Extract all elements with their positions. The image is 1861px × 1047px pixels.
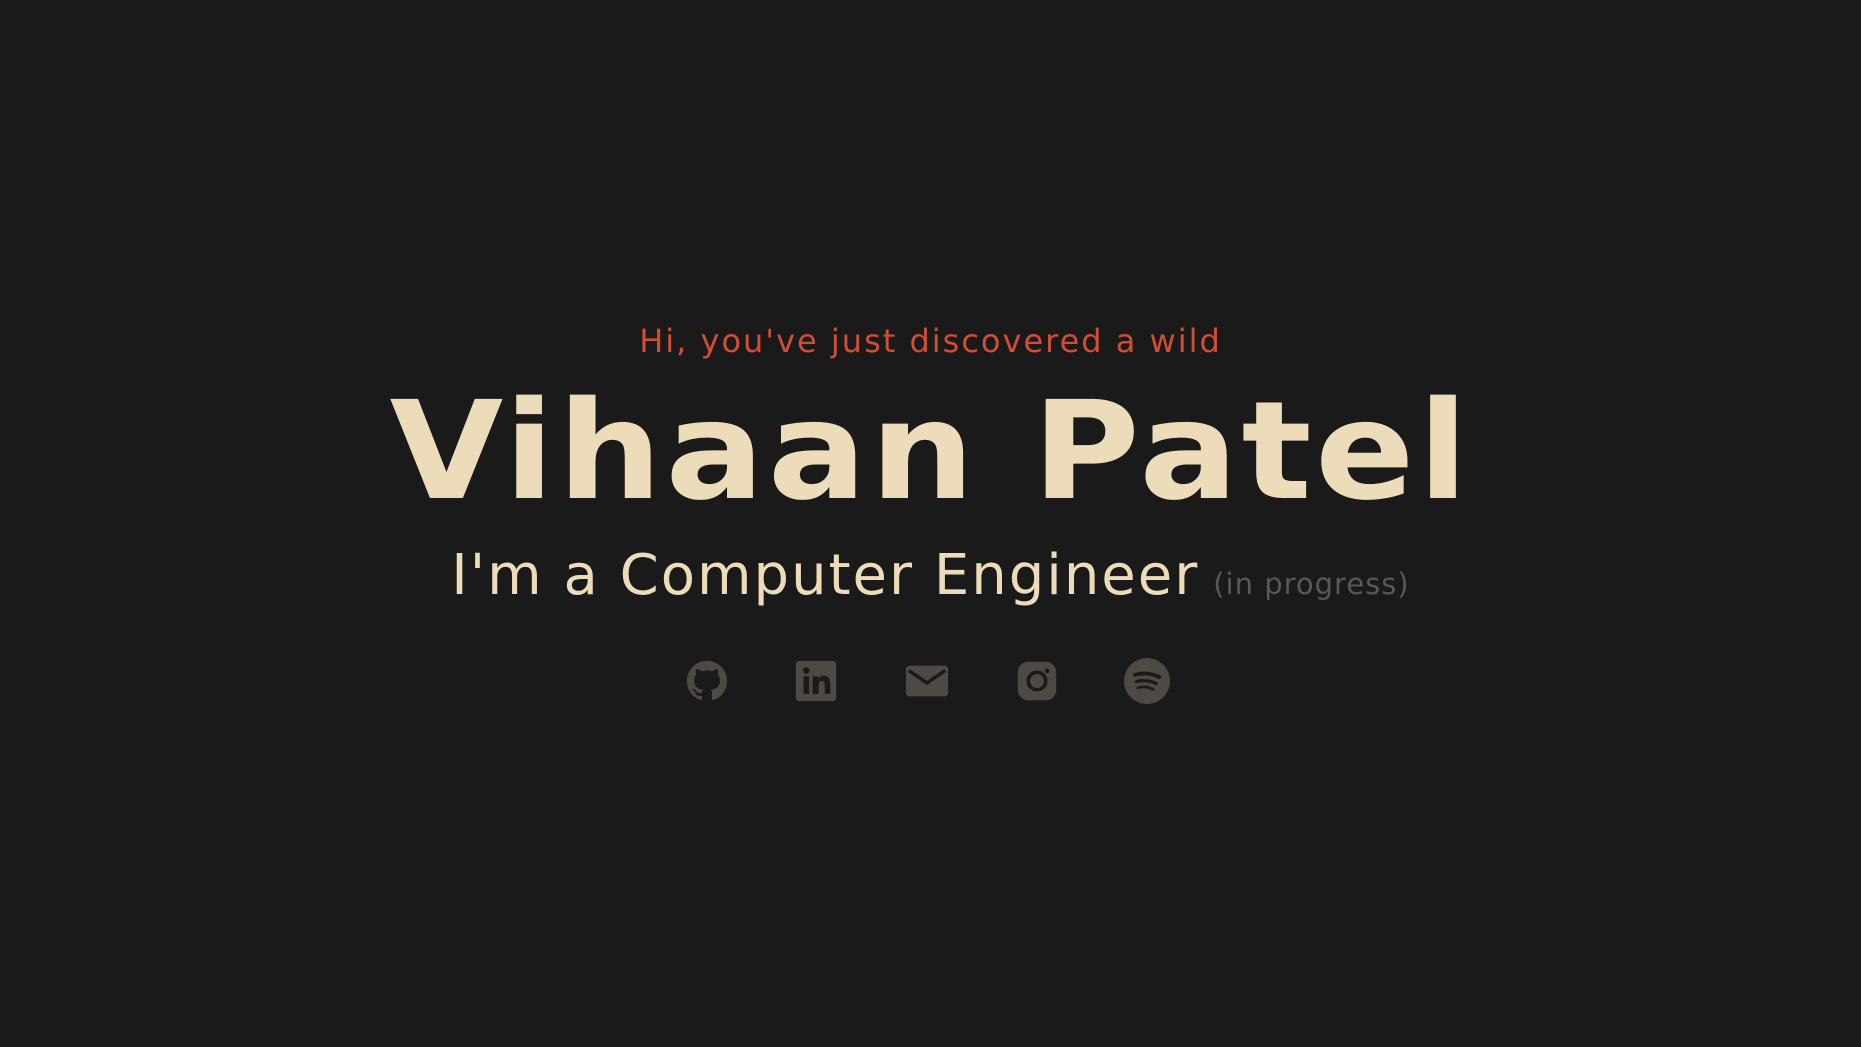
github-icon: [686, 660, 728, 701]
page-title: Vihaan Patel: [389, 373, 1472, 531]
tagline: I'm a Computer Engineer (in progress): [0, 542, 1861, 623]
mail-icon: [905, 665, 949, 697]
instagram-link[interactable]: [1012, 656, 1062, 706]
linkedin-icon: [795, 660, 837, 702]
landing-page: Hi, you've just discovered a wild Vihaan…: [0, 0, 1861, 1047]
github-link[interactable]: [682, 656, 732, 706]
instagram-icon: [1017, 661, 1057, 701]
email-link[interactable]: [902, 656, 952, 706]
role-text: I'm a Computer Engineer: [451, 543, 1200, 608]
spotify-icon: [1124, 658, 1170, 704]
progress-note: (in progress): [1213, 567, 1410, 601]
linkedin-link[interactable]: [791, 656, 841, 706]
intro-text: Hi, you've just discovered a wild: [639, 322, 1222, 360]
social-links: [0, 656, 1861, 706]
spotify-link[interactable]: [1122, 656, 1172, 706]
